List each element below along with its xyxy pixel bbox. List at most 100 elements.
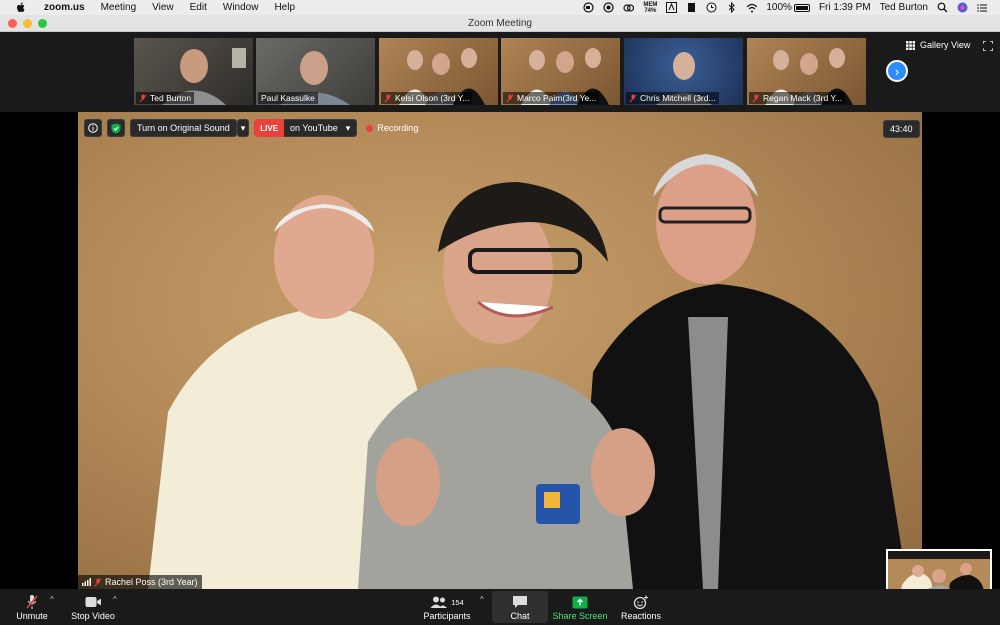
clipboard-icon[interactable]	[686, 2, 697, 13]
menu-help[interactable]: Help	[274, 2, 295, 13]
live-badge: LIVE	[254, 119, 285, 137]
reactions-label: Reactions	[620, 611, 662, 621]
menu-meeting[interactable]: Meeting	[101, 2, 137, 13]
connection-strength-icon	[82, 578, 91, 586]
active-speaker-nameplate: Rachel Poss (3rd Year)	[78, 575, 202, 589]
live-destination-label: on YouTube	[290, 123, 338, 133]
audio-options-caret[interactable]: ^	[50, 595, 54, 604]
gallery-view-label: Gallery View	[920, 40, 971, 50]
meeting-info-button[interactable]	[84, 119, 102, 137]
unmute-label: Unmute	[16, 611, 48, 621]
people-icon	[430, 596, 448, 608]
participant-nameplate: Regan Mack (3rd Y...	[749, 92, 846, 104]
memory-monitor[interactable]: MEM 74%	[643, 2, 657, 14]
chat-button[interactable]: Chat	[492, 591, 548, 623]
muted-mic-icon	[94, 578, 102, 587]
active-speaker-video	[78, 112, 922, 589]
share-screen-icon	[572, 595, 588, 609]
stop-video-button[interactable]: Stop Video	[70, 591, 116, 623]
close-window-button[interactable]	[8, 18, 17, 28]
chat-bubble-icon	[512, 595, 528, 609]
battery-status[interactable]: 100%	[766, 2, 810, 13]
muted-mic-icon	[629, 94, 637, 103]
zoom-window-button[interactable]	[38, 18, 47, 28]
menu-user[interactable]: Ted Burton	[880, 2, 928, 13]
share-screen-button[interactable]: Share Screen	[552, 591, 608, 623]
apple-logo-icon[interactable]	[14, 2, 28, 13]
muted-microphone-icon	[24, 595, 40, 609]
participant-name: Regan Mack (3rd Y...	[763, 93, 843, 103]
share-screen-label: Share Screen	[552, 611, 608, 621]
window-title-bar[interactable]: Zoom Meeting	[0, 15, 1000, 32]
menu-view[interactable]: View	[152, 2, 174, 13]
battery-icon	[793, 3, 810, 12]
spotlight-search-icon[interactable]	[937, 2, 948, 13]
window-title: Zoom Meeting	[468, 17, 532, 29]
participant-tile[interactable]: Regan Mack (3rd Y...	[747, 38, 866, 105]
live-destination[interactable]: on YouTube ▾	[284, 119, 358, 137]
participant-tile[interactable]: Ted Burton	[134, 38, 253, 105]
participant-name: Kelsi Olson (3rd Y...	[395, 93, 470, 103]
participant-nameplate: Kelsi Olson (3rd Y...	[381, 92, 473, 104]
chat-label: Chat	[510, 611, 530, 621]
recording-label: Recording	[377, 123, 419, 133]
muted-mic-icon	[384, 94, 392, 103]
participant-name: Paul Kassulke	[261, 93, 315, 103]
gallery-view-button[interactable]: Gallery View	[906, 40, 970, 50]
grid-icon	[906, 40, 915, 50]
minimize-window-button[interactable]	[23, 18, 32, 28]
mac-menu-bar: zoom.us Meeting View Edit Window Help ME…	[0, 0, 1000, 15]
participant-tile[interactable]: Kelsi Olson (3rd Y...	[379, 38, 498, 105]
original-sound-button[interactable]: Turn on Original Sound	[130, 119, 237, 137]
menu-app-name[interactable]: zoom.us	[44, 2, 85, 13]
meeting-timer: 43:40	[883, 120, 920, 138]
wifi-icon[interactable]	[746, 2, 758, 13]
participant-name: Ted Burton	[150, 93, 192, 103]
muted-mic-icon	[139, 94, 147, 103]
participant-nameplate: Paul Kassulke	[258, 92, 318, 104]
chevron-right-icon: ›	[894, 63, 900, 79]
reactions-button[interactable]: Reactions	[616, 591, 666, 623]
shield-check-icon	[111, 123, 121, 133]
stop-video-label: Stop Video	[71, 611, 115, 621]
creative-cloud-icon[interactable]	[623, 2, 635, 13]
recording-indicator[interactable]: Recording	[366, 123, 418, 133]
live-stream-control[interactable]: LIVE on YouTube ▾	[254, 119, 358, 137]
menu-edit[interactable]: Edit	[190, 2, 207, 13]
participant-strip: Ted Burton Paul Kassulke Kelsi Olson (3r…	[0, 32, 1000, 112]
participant-name: Chris Mitchell (3rd...	[640, 93, 716, 103]
bluetooth-icon[interactable]	[726, 2, 737, 13]
siri-icon[interactable]	[957, 2, 968, 13]
main-stage: Turn on Original Sound ▾ LIVE on YouTube…	[0, 112, 1000, 617]
window-controls	[8, 18, 47, 28]
meeting-controls-bar: Unmute ^ Stop Video ^ 154 Participants ^…	[0, 589, 1000, 625]
notification-center-icon[interactable]	[977, 2, 988, 13]
chevron-down-icon: ▾	[240, 122, 246, 133]
participant-name: Marco Paim(3rd Ye...	[517, 93, 597, 103]
encryption-button[interactable]	[107, 119, 125, 137]
fullscreen-icon[interactable]	[983, 41, 993, 51]
muted-mic-icon	[752, 94, 760, 103]
participant-tile[interactable]: Chris Mitchell (3rd...	[624, 38, 743, 105]
next-page-button[interactable]: ›	[886, 60, 908, 82]
participants-label: Participants	[423, 611, 471, 621]
participant-count: 154	[451, 597, 464, 607]
zoom-tray-icon[interactable]	[583, 2, 594, 13]
memory-value: 74%	[644, 7, 657, 14]
screen-record-icon[interactable]	[603, 2, 614, 13]
recording-dot-icon	[366, 124, 374, 132]
original-sound-dropdown[interactable]: ▾	[236, 119, 250, 137]
text-tool-icon[interactable]	[666, 2, 678, 13]
participants-button[interactable]: 154 Participants	[420, 591, 474, 623]
time-machine-icon[interactable]	[706, 2, 717, 13]
participants-icon-group: 154	[426, 595, 468, 609]
participant-nameplate: Marco Paim(3rd Ye...	[503, 92, 600, 104]
video-options-caret[interactable]: ^	[113, 595, 117, 604]
participants-options-caret[interactable]: ^	[480, 595, 484, 604]
participant-tile[interactable]: Marco Paim(3rd Ye...	[501, 38, 620, 105]
info-icon	[88, 123, 98, 133]
unmute-button[interactable]: Unmute	[14, 591, 50, 623]
menu-clock[interactable]: Fri 1:39 PM	[819, 2, 871, 13]
participant-tile[interactable]: Paul Kassulke	[256, 38, 375, 105]
menu-window[interactable]: Window	[223, 2, 259, 13]
